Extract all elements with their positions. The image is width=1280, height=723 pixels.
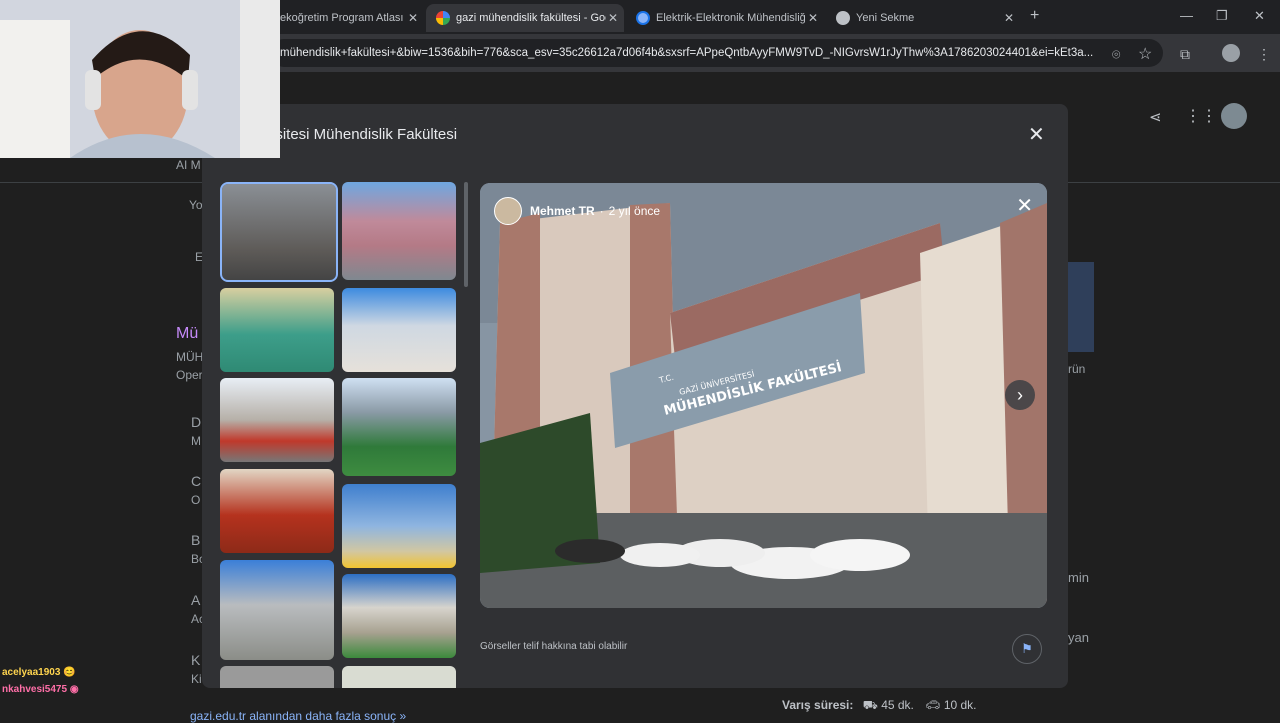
building-photo: T.C. GAZİ ÜNİVERSİTESİ MÜHENDİSLİK FAKÜL…: [480, 183, 1047, 608]
thumbnail[interactable]: [342, 288, 456, 372]
next-photo-chevron-icon[interactable]: ›: [1005, 380, 1035, 410]
bg-snippet: M: [191, 434, 201, 448]
author-name: Mehmet TR: [530, 204, 595, 218]
thumbnail[interactable]: [342, 484, 456, 568]
profile-avatar[interactable]: [1222, 44, 1240, 62]
bg-snippet: B: [191, 532, 201, 548]
site-icon: [636, 11, 650, 25]
webcam-overlay: [0, 0, 280, 158]
thumbnail[interactable]: [220, 182, 338, 282]
chrome-icon: [836, 11, 850, 25]
thumbnail[interactable]: [342, 666, 456, 688]
thumbnail[interactable]: [342, 182, 456, 280]
thumbnail-scrollbar[interactable]: [464, 182, 468, 287]
travel-time: Varış süresi: ⛟ 45 dk. 🚗︎ 10 dk.: [782, 698, 977, 714]
bg-snippet: D: [191, 414, 202, 430]
travel-label: Varış süresi:: [782, 698, 854, 712]
tab-label: gazi mühendislik fakültesi - Goo: [456, 12, 606, 24]
bg-snippet: rün: [1068, 362, 1086, 376]
chat-username: nkahvesi5475: [2, 684, 68, 695]
viewer-close-icon[interactable]: ✕: [1016, 193, 1033, 218]
thumbnail[interactable]: [220, 469, 334, 553]
bg-snippet: Oper: [176, 368, 203, 382]
tab-close-icon[interactable]: ✕: [1004, 11, 1014, 25]
tab-program-atlasi[interactable]: ekoğretim Program Atlası ✕: [270, 4, 424, 32]
thumbnail[interactable]: [220, 288, 334, 372]
thumbnail[interactable]: [220, 560, 334, 660]
bg-snippet: A: [191, 592, 201, 608]
thumbnail[interactable]: [342, 574, 456, 658]
report-flag-icon[interactable]: ⚑: [1012, 634, 1042, 664]
tab-close-icon[interactable]: ✕: [608, 11, 618, 25]
result-link[interactable]: Mü: [176, 325, 198, 343]
thumbnail[interactable]: [220, 378, 334, 462]
thumbnail[interactable]: [342, 378, 456, 476]
bg-snippet: O: [191, 493, 201, 507]
emoji-icon: 😊: [63, 667, 76, 678]
separator: ·: [599, 204, 604, 218]
tab-elektrik[interactable]: Elektrik-Elektronik Mühendisliği ✕: [626, 4, 824, 32]
photo-viewer: T.C. GAZİ ÜNİVERSİTESİ MÜHENDİSLİK FAKÜL…: [480, 183, 1047, 608]
thumbnail-grid: [220, 182, 460, 688]
bg-snippet: K: [191, 652, 201, 668]
photo-gallery-dialog: ersitesi Mühendislik Fakültesi ✕ T.C. GA…: [202, 104, 1068, 688]
tab-gazi-search[interactable]: gazi mühendislik fakültesi - Goo ✕: [426, 4, 624, 32]
chat-message: nkahvesi5475 ◉: [2, 684, 79, 695]
chat-message: acelyaa1903 😊: [2, 667, 76, 678]
dialog-title: ersitesi Mühendislik Fakültesi: [262, 126, 458, 143]
bg-snippet: yan: [1068, 630, 1089, 645]
extensions-icon[interactable]: ⧉: [1180, 46, 1190, 63]
bg-snippet: MÜH: [176, 350, 204, 364]
location-icon[interactable]: ⌾: [1112, 46, 1120, 63]
ai-mode-tab[interactable]: AI M: [176, 158, 201, 172]
bg-snippet: C: [191, 473, 202, 489]
chat-username: acelyaa1903: [2, 667, 61, 678]
dialog-close-icon[interactable]: ✕: [1028, 122, 1045, 147]
apps-grid-icon[interactable]: ⋮⋮: [1185, 106, 1217, 126]
tab-label: ekoğretim Program Atlası: [280, 12, 404, 24]
badge-icon: ◉: [69, 684, 79, 695]
google-icon: [436, 11, 450, 25]
bg-snippet: Ki: [191, 672, 202, 686]
walk-icon: ⛟: [862, 698, 878, 712]
minimize-icon[interactable]: —: [1180, 8, 1193, 23]
restore-icon[interactable]: ❐: [1216, 8, 1228, 24]
photo-time: 2 yıl önce: [608, 204, 661, 218]
menu-kebab-icon[interactable]: ⋮: [1257, 46, 1271, 63]
tab-new-tab[interactable]: Yeni Sekme ✕: [826, 4, 1020, 32]
tab-close-icon[interactable]: ✕: [408, 11, 418, 25]
map-thumbnail[interactable]: [1068, 262, 1094, 352]
bg-snippet: Yo: [189, 198, 203, 212]
webcam-feed: [0, 0, 280, 158]
bookmark-star-icon[interactable]: ☆: [1138, 44, 1152, 64]
author-avatar: [494, 197, 522, 225]
new-tab-icon[interactable]: +: [1030, 7, 1039, 25]
walk-time: 45 dk.: [881, 698, 914, 712]
tab-label: Yeni Sekme: [856, 12, 915, 24]
car-icon: 🚗︎: [925, 698, 941, 712]
account-avatar[interactable]: [1221, 103, 1247, 129]
window-close-icon[interactable]: ✕: [1254, 8, 1265, 24]
copyright-notice: Görseller telif hakkına tabi olabilir: [480, 641, 628, 652]
url-field[interactable]: mühendislik+fakültesi+&biw=1536&bih=776&…: [270, 39, 1163, 67]
more-results-link[interactable]: gazi.edu.tr alanından daha fazla sonuç »: [190, 709, 406, 723]
tab-label: Elektrik-Elektronik Mühendisliği: [656, 12, 806, 24]
bg-snippet: min: [1068, 570, 1089, 585]
share-icon[interactable]: ⋖: [1149, 108, 1162, 126]
tab-close-icon[interactable]: ✕: [808, 11, 818, 25]
thumbnail[interactable]: [220, 666, 334, 688]
car-time: 10 dk.: [943, 698, 977, 712]
photo-author[interactable]: Mehmet TR · 2 yıl önce: [494, 197, 660, 225]
